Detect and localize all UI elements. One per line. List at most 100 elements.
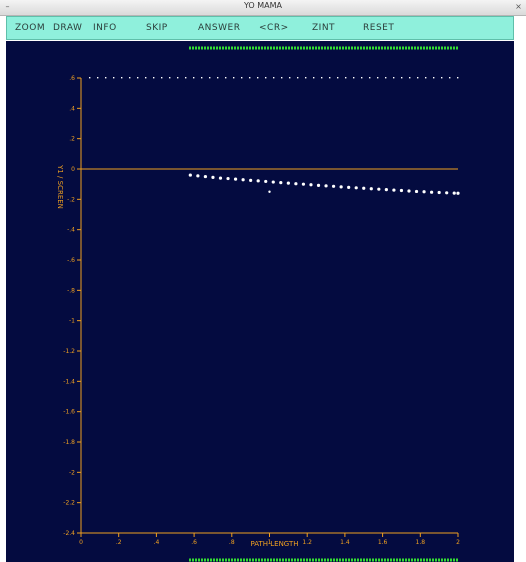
data-point bbox=[196, 174, 200, 178]
top-dot bbox=[329, 77, 331, 79]
top-dot bbox=[401, 77, 403, 79]
data-point bbox=[369, 187, 373, 191]
data-point bbox=[331, 184, 336, 188]
x-axis-title: PATH LENGTH bbox=[250, 540, 298, 548]
top-dot bbox=[89, 77, 91, 79]
menu-answer[interactable]: ANSWER bbox=[198, 23, 240, 33]
top-dot bbox=[257, 77, 259, 79]
data-point bbox=[324, 184, 328, 188]
menu-info[interactable]: INFO bbox=[93, 23, 117, 33]
data-point bbox=[203, 174, 208, 179]
data-point bbox=[286, 181, 290, 185]
data-point bbox=[226, 176, 230, 181]
top-dot bbox=[193, 77, 195, 79]
menu-reset[interactable]: RESET bbox=[363, 23, 394, 33]
y-tick-label: -1.6 bbox=[63, 409, 75, 416]
top-dot bbox=[321, 77, 323, 79]
top-dot bbox=[377, 77, 379, 79]
menu-zint[interactable]: ZINT bbox=[312, 23, 335, 33]
top-dot bbox=[185, 77, 187, 79]
top-dot bbox=[145, 77, 147, 79]
data-point bbox=[256, 179, 260, 183]
y-tick-label: -2 bbox=[69, 469, 75, 476]
top-dot bbox=[369, 77, 371, 79]
data-point bbox=[241, 178, 245, 182]
data-point bbox=[422, 190, 426, 194]
top-dot bbox=[449, 77, 451, 79]
top-dot bbox=[113, 77, 115, 79]
x-tick-label: 1.4 bbox=[340, 539, 350, 546]
x-tick-label: .4 bbox=[154, 539, 160, 546]
data-point bbox=[377, 187, 381, 191]
data-point bbox=[362, 186, 366, 190]
top-dot bbox=[409, 77, 411, 79]
top-dot bbox=[441, 77, 443, 79]
data-point bbox=[294, 182, 298, 186]
data-point bbox=[414, 189, 419, 194]
data-point bbox=[392, 188, 396, 192]
data-point bbox=[211, 175, 215, 179]
data-point bbox=[339, 185, 343, 189]
window-title: YO MAMA bbox=[243, 1, 283, 10]
top-dot bbox=[121, 77, 123, 79]
menu-draw[interactable]: DRAW bbox=[53, 23, 82, 33]
y-tick-label: .2 bbox=[69, 136, 75, 143]
top-dot bbox=[105, 77, 107, 79]
y-tick-label: 0 bbox=[71, 166, 75, 173]
top-dot bbox=[97, 77, 99, 79]
top-dot bbox=[281, 77, 283, 79]
menu-bar: ZOOM DRAW INFO SKIP ANSWER <CR> ZINT RES… bbox=[6, 16, 514, 40]
top-dot bbox=[177, 77, 179, 79]
data-point bbox=[347, 185, 351, 189]
data-point bbox=[384, 188, 388, 192]
x-tick-label: 0 bbox=[79, 539, 83, 546]
plot-area[interactable]: .6 .4 .2 0 -.2 -.4 -.6 -.8 -1 -1.2 -1.4 -1.6 -1.8 -2 -… bbox=[6, 41, 514, 562]
y-tick-label: -.6 bbox=[67, 257, 75, 264]
top-dot bbox=[265, 77, 267, 79]
data-point bbox=[233, 177, 238, 181]
top-dot bbox=[137, 77, 139, 79]
data-point bbox=[452, 191, 456, 195]
top-dot bbox=[225, 77, 227, 79]
top-dot bbox=[209, 77, 211, 79]
y-tick-label: -.8 bbox=[67, 287, 75, 294]
y-tick-label: -.4 bbox=[67, 227, 75, 234]
menu-zoom[interactable]: ZOOM bbox=[15, 23, 45, 33]
y-tick-label: -1 bbox=[69, 318, 75, 325]
top-dot bbox=[169, 77, 171, 79]
data-point bbox=[437, 190, 441, 195]
data-point bbox=[249, 178, 253, 182]
y-tick-label: -.2 bbox=[67, 196, 75, 203]
data-point bbox=[301, 182, 306, 186]
top-dot bbox=[305, 77, 307, 79]
top-dot bbox=[385, 77, 387, 79]
top-dot bbox=[153, 77, 155, 79]
menu-skip[interactable]: SKIP bbox=[146, 23, 168, 33]
top-dot bbox=[313, 77, 315, 79]
data-point bbox=[279, 181, 283, 185]
data-point bbox=[188, 173, 192, 177]
window-title-bar[interactable]: – YO MAMA × bbox=[0, 0, 526, 16]
top-dot bbox=[129, 77, 131, 79]
x-tick-label: 1.2 bbox=[302, 539, 312, 546]
x-tick-label: .6 bbox=[191, 539, 197, 546]
top-dot bbox=[417, 77, 419, 79]
y-tick-label: -1.8 bbox=[63, 439, 75, 446]
y-axis-title: Y1 / SCREEN bbox=[56, 164, 64, 209]
top-dot bbox=[457, 77, 459, 79]
scatter-plot: .6 .4 .2 0 -.2 -.4 -.6 -.8 -1 -1.2 -1.4 -1.6 -1.8 -2 -… bbox=[56, 46, 460, 562]
top-dot bbox=[425, 77, 427, 79]
isolated-point bbox=[268, 190, 271, 193]
x-tick-label: 2 bbox=[456, 539, 460, 546]
data-point bbox=[354, 186, 358, 190]
close-icon[interactable]: × bbox=[514, 2, 523, 11]
top-dot bbox=[353, 77, 355, 79]
app-window: – YO MAMA × ZOOM DRAW INFO SKIP ANSWER <… bbox=[0, 0, 526, 562]
y-tick-label: -1.2 bbox=[63, 348, 75, 355]
y-tick-label: .4 bbox=[69, 105, 75, 112]
top-dot bbox=[249, 77, 251, 79]
data-point bbox=[399, 188, 404, 193]
data-point bbox=[445, 191, 449, 195]
data-point bbox=[309, 183, 313, 187]
menu-cr[interactable]: <CR> bbox=[259, 23, 289, 33]
